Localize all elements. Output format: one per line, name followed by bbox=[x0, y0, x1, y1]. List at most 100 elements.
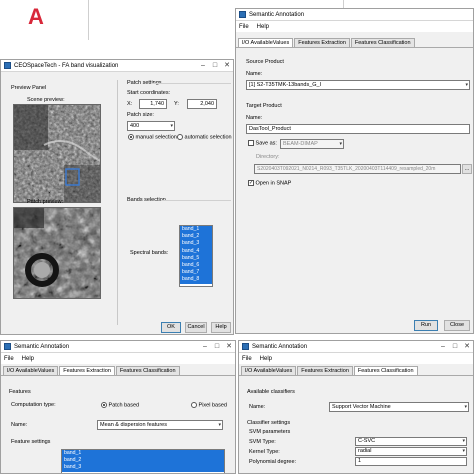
band-list-item[interactable]: band_2 bbox=[62, 457, 224, 465]
x-coordinate-input[interactable]: 1,740 bbox=[139, 99, 167, 109]
tab-features-extraction[interactable]: Features Extraction bbox=[294, 38, 350, 47]
automatic-selection-radio[interactable]: automatic selection bbox=[177, 134, 232, 140]
target-name-input[interactable]: DasTool_Product bbox=[246, 124, 470, 134]
chevron-down-icon: ▾ bbox=[170, 123, 173, 129]
y-label: Y: bbox=[174, 101, 179, 107]
pixel-based-radio[interactable]: Pixel based bbox=[191, 402, 227, 408]
computation-type-label: Computation type: bbox=[11, 402, 56, 408]
fa-band-window: CEOSpaceTech - FA band visualization – □… bbox=[0, 59, 234, 335]
band-list-item[interactable]: band_8 bbox=[180, 276, 212, 284]
close-icon[interactable]: ✕ bbox=[221, 60, 233, 71]
classifier-select[interactable]: Support Vector Machine ▾ bbox=[329, 402, 469, 412]
scene-preview-image bbox=[13, 104, 101, 203]
kernel-type-label: Kernel Type: bbox=[249, 449, 280, 455]
menu-file[interactable]: File bbox=[239, 24, 249, 30]
fa-window-title: CEOSpaceTech - FA band visualization bbox=[14, 62, 119, 69]
directory-input[interactable]: S2020403T092021_N0214_R093_T35TLK_202004… bbox=[254, 164, 461, 174]
tab-io-values[interactable]: I/O AvailableValues bbox=[3, 366, 59, 375]
patch-size-select[interactable]: 400 ▾ bbox=[127, 121, 175, 131]
band-list-item[interactable]: band_5 bbox=[180, 254, 212, 263]
io-menubar: File Help bbox=[236, 21, 473, 32]
tab-features-extraction[interactable]: Features Extraction bbox=[59, 366, 115, 375]
feature-settings-label: Feature settings bbox=[11, 439, 51, 445]
maximize-icon[interactable]: □ bbox=[449, 341, 461, 352]
open-in-snap-checkbox[interactable]: ✓ Open in SNAP bbox=[248, 180, 291, 186]
menu-help[interactable]: Help bbox=[257, 24, 269, 30]
save-as-checkbox[interactable]: Save as: bbox=[248, 140, 277, 146]
close-icon[interactable]: ✕ bbox=[461, 341, 473, 352]
maximize-icon[interactable]: □ bbox=[211, 341, 223, 352]
band-list-item[interactable]: band_1 bbox=[180, 226, 212, 234]
patch-size-label: Patch size: bbox=[127, 112, 154, 118]
menu-file[interactable]: File bbox=[242, 356, 252, 362]
svm-type-label: SVM Type: bbox=[249, 439, 276, 445]
patch-settings-line bbox=[151, 83, 231, 84]
chevron-down-icon: ▾ bbox=[464, 404, 467, 410]
help-button[interactable]: Help bbox=[211, 322, 231, 333]
polynomial-degree-input[interactable]: 1 bbox=[355, 457, 467, 466]
close-button[interactable]: Close bbox=[444, 320, 470, 331]
patch-preview-label: Patch preview: bbox=[27, 199, 64, 205]
fe-tabs: I/O AvailableValues Features Extraction … bbox=[1, 366, 235, 376]
tab-io-values[interactable]: I/O AvailableValues bbox=[238, 38, 294, 47]
save-as-label: Save as: bbox=[255, 140, 277, 147]
tab-features-classification[interactable]: Features Classification bbox=[115, 366, 180, 375]
maximize-icon[interactable]: □ bbox=[209, 60, 221, 71]
tab-features-classification[interactable]: Features Classification bbox=[350, 38, 415, 47]
band-list-item[interactable]: band_4 bbox=[180, 247, 212, 255]
y-coordinate-input[interactable]: 2,040 bbox=[187, 99, 217, 109]
svm-type-select[interactable]: C-SVC ▾ bbox=[355, 437, 467, 446]
menu-file[interactable]: File bbox=[4, 356, 14, 362]
ok-button[interactable]: OK bbox=[161, 322, 181, 333]
band-list-item[interactable]: band_7 bbox=[180, 269, 212, 277]
classifier-name-label: Name: bbox=[249, 404, 266, 410]
kernel-type-select[interactable]: radial ▾ bbox=[355, 447, 467, 456]
spectral-bands-list[interactable]: band_1 band_2 band_3 band_4 band_5 band_6 band… bbox=[179, 225, 213, 287]
band-list-item[interactable]: band_3 bbox=[180, 240, 212, 248]
chevron-down-icon: ▾ bbox=[462, 448, 465, 454]
tab-features-classification[interactable]: Features Classification bbox=[353, 366, 418, 375]
io-window: Semantic Annotation File Help I/O Availa… bbox=[235, 8, 474, 334]
start-coordinates-label: Start coordinates: bbox=[127, 90, 171, 96]
cancel-button[interactable]: Cancel bbox=[185, 322, 207, 333]
band-list-item[interactable]: band_2 bbox=[180, 233, 212, 241]
tab-features-extraction[interactable]: Features Extraction bbox=[297, 366, 353, 375]
svm-parameters-label: SVM parameters bbox=[249, 429, 291, 435]
patch-based-radio[interactable]: Patch based bbox=[101, 402, 139, 408]
source-product-select[interactable]: [1] S2-T35TMK-13bands_G_I ▾ bbox=[246, 80, 470, 90]
menu-help[interactable]: Help bbox=[260, 356, 272, 362]
save-format-select[interactable]: BEAM-DIMAP ▾ bbox=[280, 139, 344, 149]
radio-empty-icon bbox=[177, 134, 183, 140]
fe-menubar: File Help bbox=[1, 353, 235, 364]
io-window-title: Semantic Annotation bbox=[249, 11, 305, 18]
checkbox-empty-icon bbox=[248, 140, 254, 146]
band-list-item[interactable]: band_3 bbox=[62, 464, 224, 472]
feature-name-value: Mean & dispersion features bbox=[100, 422, 167, 428]
feature-name-select[interactable]: Mean & dispersion features ▾ bbox=[97, 420, 223, 430]
top-frame-divider bbox=[88, 0, 89, 40]
band-list-item[interactable]: band_6 bbox=[180, 262, 212, 270]
minimize-icon[interactable]: – bbox=[437, 341, 449, 352]
app-icon bbox=[4, 343, 11, 350]
classifier-settings-label: Classifier settings bbox=[247, 420, 291, 426]
tab-io-values[interactable]: I/O AvailableValues bbox=[241, 366, 297, 375]
svm-type-value: C-SVC bbox=[358, 438, 376, 444]
bands-selection-line bbox=[161, 200, 231, 201]
fc-window: Semantic Annotation – □ ✕ File Help I/O … bbox=[238, 340, 474, 474]
top-right-frame-divider bbox=[343, 0, 344, 8]
close-icon[interactable]: ✕ bbox=[223, 341, 235, 352]
patch-size-value: 400 bbox=[130, 123, 140, 129]
band-list-item[interactable]: band_1 bbox=[62, 450, 224, 458]
minimize-icon[interactable]: – bbox=[199, 341, 211, 352]
spectral-bands-label: Spectral bands: bbox=[130, 250, 169, 256]
menu-help[interactable]: Help bbox=[22, 356, 34, 362]
automatic-selection-label: automatic selection bbox=[184, 134, 232, 141]
run-button[interactable]: Run bbox=[414, 320, 438, 331]
manual-selection-radio[interactable]: manual selection bbox=[128, 134, 177, 140]
checkmark-icon: ✓ bbox=[248, 180, 254, 186]
app-icon bbox=[4, 62, 11, 69]
minimize-icon[interactable]: – bbox=[197, 60, 209, 71]
feature-bands-list[interactable]: band_1 band_2 band_3 bbox=[61, 449, 225, 473]
browse-directory-button[interactable]: … bbox=[462, 164, 472, 174]
fc-titlebar: Semantic Annotation – □ ✕ bbox=[239, 341, 473, 353]
